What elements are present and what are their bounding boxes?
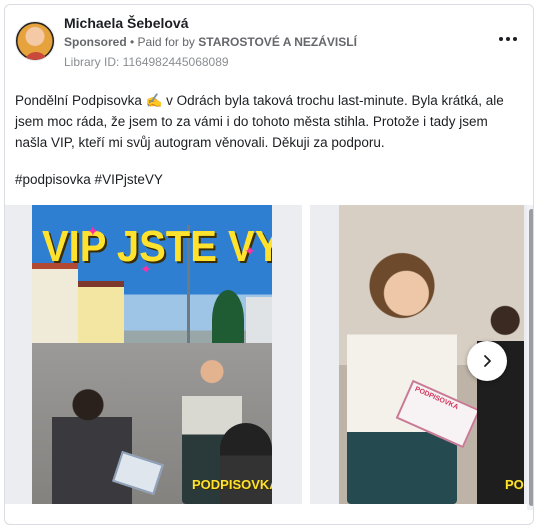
ad-card: Michaela Šebelová Sponsored • Paid for b…	[4, 4, 534, 525]
post-text-line: našla VIP, kteří mi svůj autogram věnova…	[15, 135, 385, 150]
image-carousel[interactable]: VIP JSTE VY! ✦ ✦ ✦ PODPISOVKA PODPISOVKA…	[5, 205, 533, 510]
more-horizontal-icon	[499, 37, 503, 41]
sponsored-label: Sponsored	[64, 35, 127, 49]
sparkle-icon: ✦	[140, 261, 152, 277]
separator: •	[126, 35, 138, 49]
carousel-next-button[interactable]	[467, 341, 507, 381]
woman-figure	[347, 247, 457, 504]
page-name[interactable]: Michaela Šebelová	[64, 15, 189, 31]
post-text-line: jsem moc ráda, že jsem to za vámi i do t…	[15, 114, 488, 129]
scrollbar-thumb[interactable]	[529, 209, 533, 506]
more-options-button[interactable]	[497, 32, 519, 46]
hashtags[interactable]: #podpisovka #VIPjsteVY	[15, 172, 163, 187]
post-text-line: Pondělní Podpisovka ✍️ v Odrách byla tak…	[15, 93, 504, 108]
slide-overlay-title: VIP JSTE VY!	[42, 223, 272, 271]
sparkle-icon: ✦	[87, 223, 99, 239]
slide-brand-tag: PODPIS	[505, 477, 524, 492]
chevron-right-icon	[484, 355, 491, 367]
page-avatar[interactable]	[15, 21, 55, 61]
sparkle-icon: ✦	[244, 243, 256, 259]
person-figure	[477, 300, 524, 504]
slide-1-photo[interactable]: VIP JSTE VY! ✦ ✦ ✦ PODPISOVKA	[32, 205, 272, 504]
signing-man-figure	[52, 383, 132, 504]
post-text: Pondělní Podpisovka ✍️ v Odrách byla tak…	[15, 90, 523, 153]
paid-for-prefix: Paid for by	[137, 35, 199, 49]
paid-for-by[interactable]: STAROSTOVÉ A NEZÁVISLÍ	[198, 35, 357, 49]
sponsor-line: Sponsored • Paid for by STAROSTOVÉ A NEZ…	[64, 35, 357, 49]
library-id: Library ID: 1164982445068089	[64, 55, 229, 69]
slide-brand-tag: PODPISOVKA	[192, 477, 272, 492]
